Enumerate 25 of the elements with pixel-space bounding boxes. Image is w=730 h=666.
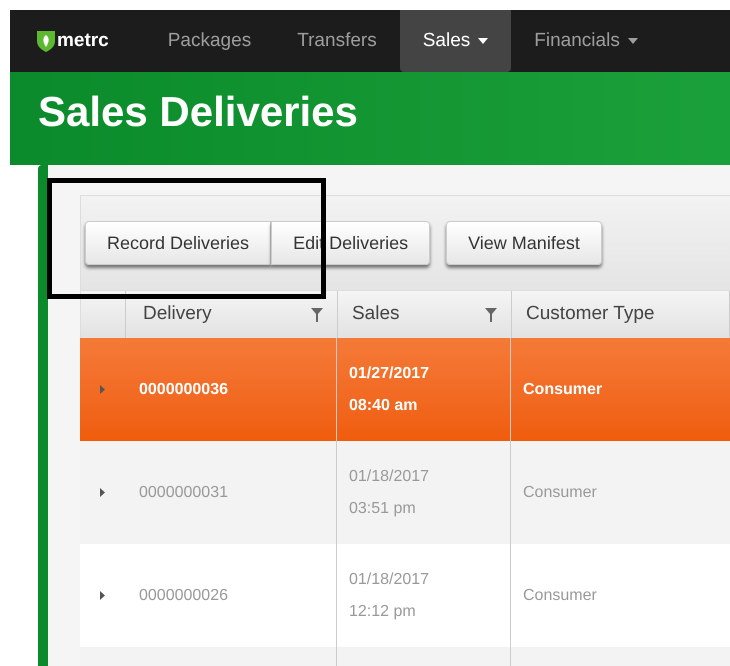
table-cell-text: 12:12 pm: [349, 602, 417, 622]
table-cell-text: Consumer: [523, 586, 597, 606]
expand-arrow-icon[interactable]: [100, 488, 105, 497]
filter-icon[interactable]: [311, 308, 323, 322]
table-cell-text: 0000000036: [139, 380, 228, 400]
table-cell-text: Consumer: [523, 482, 597, 502]
nav-item[interactable]: Transfers: [274, 10, 400, 72]
table-cell-text: 01/27/2017: [349, 364, 430, 384]
expand-arrow-icon[interactable]: [100, 591, 105, 600]
nav-item[interactable]: Packages: [144, 10, 274, 72]
table-cell-text: Consumer: [523, 380, 602, 400]
table-cell-text: 01/18/2017: [349, 570, 430, 590]
toolbar-button[interactable]: Record Deliveries: [85, 221, 272, 265]
nav-item[interactable]: Sales: [400, 10, 512, 72]
leaf-shield-icon: [36, 29, 56, 53]
toolbar-button[interactable]: View Manifest: [446, 221, 602, 265]
filter-icon[interactable]: [485, 308, 497, 322]
table-cell-text: 08:40 am: [349, 396, 418, 416]
logo-text[interactable]: metrc: [57, 26, 109, 56]
table-cell-text: 01/18/2017: [349, 466, 430, 486]
nav-item[interactable]: Financials: [511, 10, 661, 72]
page-title: Sales Deliveries: [38, 87, 359, 137]
table-cell-text: 03:51 pm: [349, 498, 417, 518]
table-cell-text: 0000000026: [139, 586, 228, 606]
table-cell-text: 0000000031: [139, 482, 228, 502]
